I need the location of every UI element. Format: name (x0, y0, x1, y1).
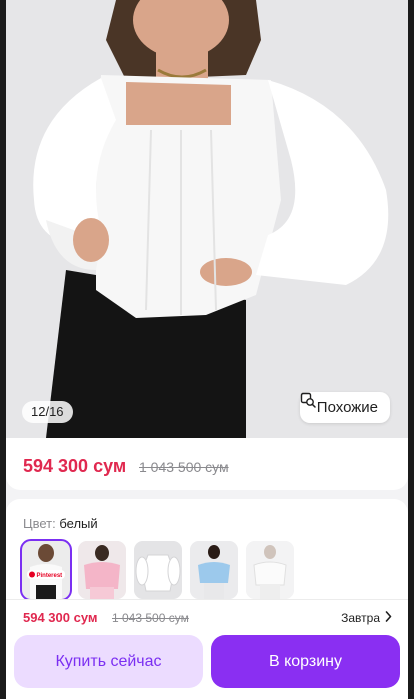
color-selector: Цвет: белый Pinterest (6, 499, 408, 609)
pinterest-badge: Pinterest (37, 573, 63, 579)
product-photo (6, 0, 408, 438)
old-price: 1 043 500 сум (139, 459, 229, 475)
product-gallery[interactable]: 12/16 Похожие (6, 0, 408, 438)
chevron-right-icon (385, 611, 392, 625)
color-swatches: Pinterest (20, 539, 294, 601)
delivery-label: Завтра (341, 611, 380, 625)
price-section: 594 300 сум 1 043 500 сум (6, 438, 408, 490)
color-label: Цвет: (23, 516, 56, 531)
color-swatch-1[interactable]: Pinterest (20, 539, 72, 601)
color-swatch-4[interactable] (190, 541, 238, 599)
bottom-old-price: 1 043 500 сум (112, 611, 189, 625)
color-swatch-5[interactable] (246, 541, 294, 599)
bottom-price: 594 300 сум (23, 610, 98, 625)
similar-button[interactable]: Похожие (299, 392, 390, 423)
bottom-action-bar: 594 300 сум 1 043 500 сум Завтра Купить … (6, 599, 408, 699)
color-row: Цвет: белый (23, 516, 98, 531)
product-screen: 12/16 Похожие 594 300 сум 1 043 500 сум … (6, 0, 408, 699)
current-price: 594 300 сум (23, 456, 127, 476)
similar-label: Похожие (316, 399, 378, 416)
color-swatch-3[interactable] (134, 541, 182, 599)
image-counter: 12/16 (22, 401, 73, 423)
color-swatch-2[interactable] (78, 541, 126, 599)
delivery-info[interactable]: Завтра (341, 611, 392, 625)
add-to-cart-button[interactable]: В корзину (211, 635, 400, 688)
color-value: белый (59, 516, 98, 531)
buy-now-button[interactable]: Купить сейчас (14, 635, 203, 688)
